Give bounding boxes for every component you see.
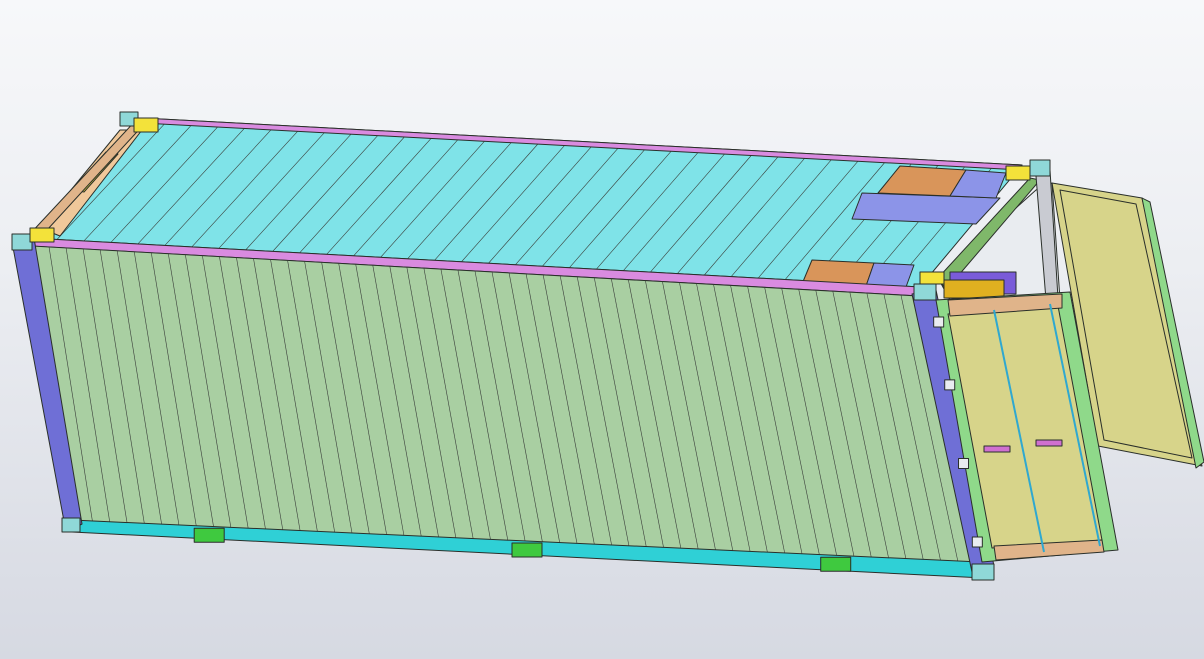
- corner-casting-icon: [919, 271, 945, 285]
- side-wall-panel: [31, 245, 977, 567]
- corner-casting-icon: [913, 283, 937, 301]
- corner-casting-icon: [1029, 159, 1051, 177]
- forklift-pocket-icon: [820, 556, 852, 572]
- cad-viewport[interactable]: [0, 0, 1204, 659]
- corner-casting-icon: [11, 233, 33, 251]
- interior-cargo-top: [943, 279, 1005, 299]
- door-hinge-icon: [958, 457, 970, 469]
- forklift-pocket-icon: [511, 542, 543, 558]
- door-hinge-icon: [933, 316, 945, 328]
- door-hinge-icon: [971, 536, 983, 548]
- corner-casting-icon: [61, 517, 81, 533]
- door-handle[interactable]: [983, 445, 1011, 453]
- container-3d-model[interactable]: [0, 0, 1204, 659]
- door-hinge-icon: [944, 379, 956, 391]
- corner-casting-icon: [29, 227, 55, 243]
- forklift-pocket-icon: [193, 527, 225, 543]
- roof-blue-pad-d: [865, 262, 915, 288]
- corner-casting-icon: [971, 563, 995, 581]
- door-handle[interactable]: [1035, 439, 1063, 447]
- corner-casting-icon: [1005, 165, 1031, 181]
- corner-casting-icon: [133, 117, 159, 133]
